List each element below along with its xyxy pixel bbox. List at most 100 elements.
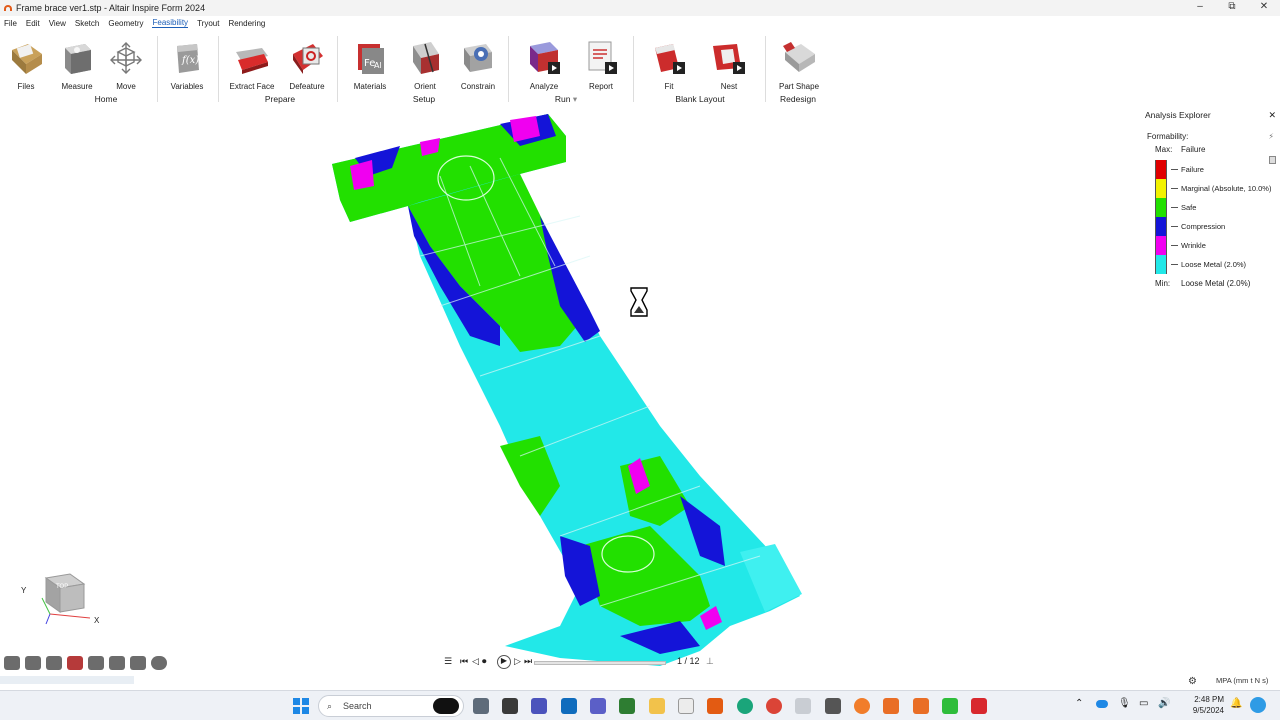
move-tool[interactable]: Move [96,40,156,91]
settings-icon[interactable]: ⚙ [1188,676,1197,687]
legend-swatch [1155,160,1167,179]
max-value: Failure [1181,145,1206,154]
materials-label: Materials [353,82,387,91]
close-button[interactable]: ✕ [1248,0,1280,16]
defeature-tool[interactable]: Defeature [277,40,337,91]
copilot-tray-icon[interactable] [1250,697,1266,713]
teams-work-icon[interactable] [590,698,606,714]
legend-label: Compression [1181,222,1226,231]
timeline-slider[interactable] [534,661,666,665]
view-rotate-icon[interactable] [4,656,20,670]
minimize-button[interactable]: – [1184,0,1216,16]
menu-view[interactable]: View [49,19,66,28]
menu-feasibility[interactable]: Feasibility [152,18,189,28]
last-frame-icon[interactable]: ⏭ [524,656,532,667]
copilot-icon[interactable] [433,698,459,714]
report-label: Report [588,82,613,91]
fit-tool[interactable]: Fit [639,40,699,91]
teams-icon[interactable] [531,698,547,714]
part-shape-tool[interactable]: Part Shape [769,40,829,91]
chrome-icon[interactable] [766,698,782,714]
app-red-icon[interactable] [971,698,987,714]
files-label: Files [17,82,35,91]
app-icon[interactable] [502,698,518,714]
menu-file[interactable]: File [4,19,17,28]
variables-label: Variables [170,82,204,91]
view-section-icon[interactable] [46,656,62,670]
inspire-form-icon[interactable] [913,698,929,714]
inspire-icon[interactable] [883,698,899,714]
svg-text:Al: Al [374,61,382,70]
notifications-icon[interactable]: 🔔 [1230,698,1242,709]
maximize-button[interactable]: ⧉ [1216,0,1248,16]
task-view-icon[interactable] [473,698,489,714]
hourglass-icon [630,287,648,317]
menu-rendering[interactable]: Rendering [228,19,265,28]
analyze-tool[interactable]: Analyze [514,40,574,91]
zoom-icon[interactable] [88,656,104,670]
extract-face-label: Extract Face [229,82,275,91]
variables-tool[interactable]: f(x) Variables [157,40,217,91]
windows-start-icon[interactable] [293,698,309,714]
group-run[interactable]: Run ▾ [550,94,582,105]
close-icon[interactable]: ✕ [1268,110,1276,121]
chevron-up-icon[interactable]: ⌃ [1075,698,1083,709]
view-cube[interactable]: TOP Y X [20,572,110,632]
orient-tool[interactable]: Orient [395,40,455,91]
volume-icon[interactable]: 🔊 [1158,698,1170,709]
edge-icon[interactable] [737,698,753,714]
menu-icon[interactable]: ☰ [444,656,452,667]
record-icon[interactable]: ⏺ [482,656,487,667]
clock-date[interactable]: 9/5/2024 [1192,706,1224,715]
app-lime-icon[interactable] [942,698,958,714]
clock-time[interactable]: 2:48 PM [1192,695,1224,704]
onedrive-icon[interactable] [1096,700,1108,708]
materials-tool[interactable]: Fe Al Materials [340,40,400,91]
first-frame-icon[interactable]: ⏮ [460,656,468,667]
play-icon[interactable]: ▶ [497,655,511,669]
app-gray-icon[interactable] [795,698,811,714]
frame-brace-model[interactable] [0,106,1280,690]
units-display[interactable]: MPA (mm t N s) [1216,676,1268,685]
analysis-explorer-title: Analysis Explorer [1145,110,1211,120]
view-globe-icon[interactable] [151,656,167,670]
legend-label: Safe [1181,203,1197,212]
model-viewport[interactable] [0,106,1280,690]
app-green-icon[interactable] [619,698,635,714]
file-explorer-icon[interactable] [649,698,665,714]
network-icon[interactable]: ▭ [1139,698,1148,709]
nest-tool[interactable]: Nest [699,40,759,91]
menu-tryout[interactable]: Tryout [197,19,219,28]
separator [337,36,338,102]
group-redesign: Redesign [780,94,816,104]
view-pan-icon[interactable] [25,656,41,670]
report-icon [583,40,619,76]
store-icon[interactable] [678,698,694,714]
lightning-icon[interactable]: ⚡ [1268,132,1274,141]
view-cube-face: TOP [56,584,69,590]
taskbar-search[interactable]: ⌕ Search [318,695,464,717]
legend-label: Wrinkle [1181,241,1206,250]
scroll-handle[interactable] [1269,156,1276,164]
menu-sketch[interactable]: Sketch [75,19,99,28]
report-tool[interactable]: Report [571,40,631,91]
search-placeholder: Search [343,701,372,711]
outlook-icon[interactable] [561,698,577,714]
menu-geometry[interactable]: Geometry [108,19,143,28]
view-fit-icon[interactable] [109,656,125,670]
constrain-tool[interactable]: Constrain [448,40,508,91]
extract-face-tool[interactable]: Extract Face [222,40,282,91]
move-label: Move [116,82,136,91]
view-select-icon[interactable] [67,656,83,670]
materials-icon: Fe Al [352,40,388,76]
app-orange-icon[interactable] [854,698,870,714]
menu-edit[interactable]: Edit [26,19,40,28]
next-frame-icon[interactable]: ▷ [514,656,521,667]
media-icon[interactable] [825,698,841,714]
prev-frame-icon[interactable]: ◁ [472,656,479,667]
view-cube-icon[interactable] [130,656,146,670]
microphone-icon[interactable]: 🎙 [1118,698,1131,709]
axes-icon[interactable]: ⊥ [706,656,714,667]
max-label: Max: [1155,145,1173,154]
altair-icon[interactable] [707,698,723,714]
